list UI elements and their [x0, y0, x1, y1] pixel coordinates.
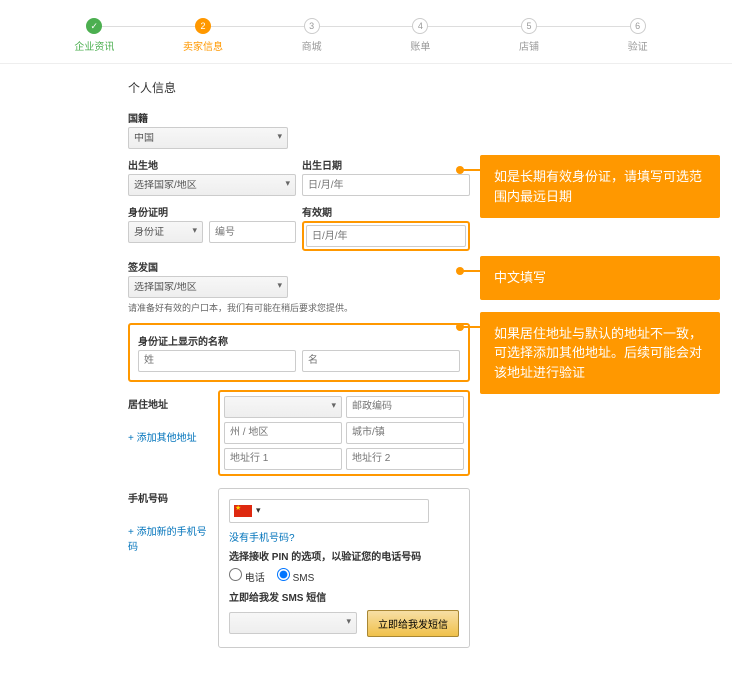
- given-name-input[interactable]: [302, 350, 460, 372]
- step-店铺[interactable]: 5 店铺: [475, 18, 584, 53]
- step-label: 验证: [628, 38, 648, 53]
- add-address-link[interactable]: + 添加其他地址: [128, 429, 208, 444]
- step-label: 账单: [410, 38, 430, 53]
- issue-label: 签发国: [128, 259, 470, 274]
- callout-name: 中文填写: [480, 256, 720, 300]
- city-input[interactable]: [346, 422, 464, 444]
- step-circle: 3: [304, 18, 320, 34]
- address-label: 居住地址: [128, 396, 208, 411]
- nationality-select[interactable]: 中国: [128, 127, 288, 149]
- callout-expiry: 如是长期有效身份证，请填写可选范围内最远日期: [480, 155, 720, 218]
- nationality-label: 国籍: [128, 110, 470, 125]
- step-label: 商城: [302, 38, 322, 53]
- passport-note: 请准备好有效的户口本，我们有可能在稍后要求您提供。: [128, 302, 470, 315]
- step-商城[interactable]: 3 商城: [257, 18, 366, 53]
- birthdate-label: 出生日期: [302, 157, 470, 172]
- radio-tel[interactable]: 电话: [229, 568, 265, 584]
- addr2-input[interactable]: [346, 448, 464, 470]
- birthplace-label: 出生地: [128, 157, 296, 172]
- step-label: 企业资讯: [74, 38, 114, 53]
- step-企业资讯[interactable]: ✓ 企业资讯: [40, 18, 149, 53]
- add-phone-link[interactable]: + 添加新的手机号码: [128, 523, 208, 553]
- expiry-label: 有效期: [302, 204, 470, 219]
- step-label: 卖家信息: [183, 38, 223, 53]
- step-circle: 5: [521, 18, 537, 34]
- send-sms-button[interactable]: 立即给我发短信: [367, 610, 459, 637]
- surname-input[interactable]: [138, 350, 296, 372]
- chevron-down-icon: ▾: [256, 505, 261, 516]
- zip-input[interactable]: [346, 396, 464, 418]
- step-circle: 2: [195, 18, 211, 34]
- step-验证[interactable]: 6 验证: [583, 18, 692, 53]
- expiry-input[interactable]: [306, 225, 466, 247]
- callout-address: 如果居住地址与默认的地址不一致，可选择添加其他地址。后续可能会对该地址进行验证: [480, 312, 720, 395]
- phone-input-group[interactable]: ▾: [229, 499, 429, 523]
- step-卖家信息[interactable]: 2 卖家信息: [149, 18, 258, 53]
- send-now-text: 立即给我发 SMS 短信: [229, 589, 459, 604]
- sms-select[interactable]: [229, 612, 357, 634]
- progress-steps: ✓ 企业资讯 2 卖家信息 3 商城 4 账单 5 店铺 6 验证: [0, 0, 732, 64]
- step-circle: 4: [412, 18, 428, 34]
- radio-sms[interactable]: SMS: [277, 568, 314, 584]
- birthdate-input[interactable]: [302, 174, 470, 196]
- addr-country-select[interactable]: [224, 396, 342, 418]
- issue-country-select[interactable]: 选择国家/地区: [128, 276, 288, 298]
- step-circle: ✓: [86, 18, 102, 34]
- step-账单[interactable]: 4 账单: [366, 18, 475, 53]
- page-title: 个人信息: [128, 79, 470, 96]
- id-label: 身份证明: [128, 204, 296, 219]
- pin-text: 选择接收 PIN 的选项，以验证您的电话号码: [229, 548, 459, 563]
- flag-china-icon[interactable]: [234, 505, 252, 517]
- step-circle: 6: [630, 18, 646, 34]
- name-label: 身份证上显示的名称: [138, 333, 460, 348]
- phone-number-input[interactable]: [264, 500, 428, 522]
- step-label: 店铺: [519, 38, 539, 53]
- birthplace-select[interactable]: 选择国家/地区: [128, 174, 296, 196]
- addr1-input[interactable]: [224, 448, 342, 470]
- id-type-select[interactable]: 身份证: [128, 221, 203, 243]
- phone-label: 手机号码: [128, 490, 208, 505]
- region-input[interactable]: [224, 422, 342, 444]
- id-number-input[interactable]: [209, 221, 296, 243]
- no-phone-link[interactable]: 没有手机号码?: [229, 529, 459, 544]
